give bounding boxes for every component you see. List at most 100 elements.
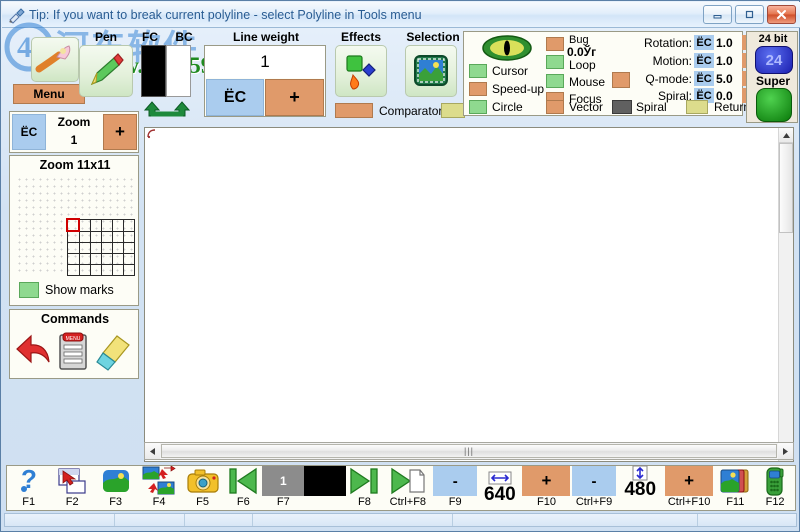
- comparator-secondary-toggle[interactable]: [441, 103, 465, 118]
- maximize-button[interactable]: [735, 5, 764, 24]
- spiral-toggle-label: Spiral: [636, 100, 667, 114]
- pen-button[interactable]: [79, 45, 133, 97]
- foreground-color-swatch[interactable]: [141, 45, 166, 97]
- eye-icon[interactable]: [482, 35, 532, 66]
- line-weight-value: 1: [205, 46, 325, 78]
- fc-label: FC: [142, 30, 158, 44]
- effects-button[interactable]: [335, 45, 387, 97]
- canvas-horizontal-scroll-thumb[interactable]: |||: [161, 444, 777, 458]
- phone-icon: [763, 466, 787, 496]
- pen-label: Pen: [94, 30, 117, 44]
- qmode-minus-button[interactable]: ЁС: [694, 71, 714, 86]
- canvas-horizontal-scrollbar[interactable]: |||: [144, 442, 794, 460]
- toggle-mouse[interactable]: [546, 74, 564, 88]
- line-weight-minus-button[interactable]: ЁС: [206, 79, 264, 116]
- effects-icon: [346, 55, 376, 90]
- background-color-swatch[interactable]: [166, 45, 191, 97]
- scroll-left-arrow-icon[interactable]: [145, 443, 160, 459]
- rotation-minus-button[interactable]: ЁС: [694, 35, 714, 50]
- frame-number-icon: 1: [262, 466, 305, 496]
- fkey-ctrl-f10-button[interactable]: + Ctrl+F10: [663, 466, 716, 510]
- toggle-vector[interactable]: [546, 100, 564, 114]
- menu-icon-button[interactable]: [31, 37, 79, 82]
- toggle-speed-up[interactable]: [469, 82, 487, 96]
- canvas-origin-cursor: [147, 129, 156, 139]
- fkey-ctrl-f9-button[interactable]: - Ctrl+F9: [570, 466, 617, 510]
- selection-button[interactable]: [405, 45, 457, 97]
- fkey-ctrl-f9-label: Ctrl+F9: [575, 496, 613, 508]
- spiral-toggle[interactable]: [612, 100, 632, 114]
- status-cell-6: [698, 514, 796, 526]
- width-plus-label: +: [522, 466, 571, 496]
- rotation-value: 1.0: [716, 36, 733, 50]
- black-frame-button[interactable]: [304, 466, 347, 510]
- minimize-button[interactable]: [703, 5, 732, 24]
- open-file-icon: [57, 466, 87, 496]
- toggle-loop[interactable]: [546, 55, 564, 69]
- fkey-f5-button[interactable]: F5: [181, 466, 224, 510]
- fkey-f6-button[interactable]: F6: [224, 466, 262, 510]
- height-minus-icon: -: [572, 466, 617, 496]
- width-minus-label: -: [433, 466, 478, 496]
- menu-list-icon[interactable]: MENU: [55, 330, 91, 377]
- fkey-f11-button[interactable]: F11: [715, 466, 755, 510]
- swap-colors-button[interactable]: [141, 100, 193, 120]
- zoom-plus-button[interactable]: +: [103, 114, 137, 150]
- fkey-f1-button[interactable]: ? F1: [7, 466, 50, 510]
- bit-depth-badge[interactable]: 24: [755, 46, 793, 74]
- fkey-f10-button[interactable]: + F10: [522, 466, 571, 510]
- fkey-f9-button[interactable]: - F9: [433, 466, 478, 510]
- bit-depth-label: 24 bit: [758, 33, 788, 45]
- line-weight-panel: 1 ЁС +: [204, 45, 326, 117]
- scroll-right-arrow-icon[interactable]: [778, 443, 793, 459]
- fkey-ctrl-f8-button[interactable]: Ctrl+F8: [383, 466, 434, 510]
- zoom-value: 1: [70, 133, 78, 147]
- eraser-icon[interactable]: [95, 332, 135, 377]
- status-cell-5: [453, 514, 698, 526]
- undo-arrow-icon[interactable]: [15, 330, 53, 377]
- drawing-canvas[interactable]: [144, 127, 794, 462]
- status-cell-3: [185, 514, 253, 526]
- close-button[interactable]: [767, 5, 796, 24]
- fkey-ctrl-f10-label: Ctrl+F10: [667, 496, 711, 508]
- super-label: Super: [755, 74, 790, 88]
- line-weight-plus-button[interactable]: +: [265, 79, 324, 116]
- canvas-vertical-scroll-thumb[interactable]: [779, 143, 793, 233]
- menu-button[interactable]: Menu: [13, 84, 85, 104]
- comparator-toggle[interactable]: [335, 103, 373, 118]
- fkey-f3-button[interactable]: F3: [94, 466, 137, 510]
- motion-value: 1.0: [716, 54, 733, 68]
- zoom-minus-button[interactable]: ЁС: [12, 114, 46, 150]
- toggle-cursor-label: Cursor: [492, 64, 529, 78]
- super-button[interactable]: [756, 88, 792, 122]
- selection-icon: [414, 55, 448, 86]
- canvas-vertical-scrollbar[interactable]: [778, 128, 793, 461]
- paintbrush-icon: [35, 44, 71, 72]
- motion-minus-button[interactable]: ЁС: [694, 53, 714, 68]
- qmode-label: Q-mode:: [645, 72, 692, 86]
- canvas-height-indicator: 480: [618, 465, 663, 510]
- fkey-f12-button[interactable]: F12: [755, 466, 795, 510]
- color-depth-panel: 24 bit 24 Super: [746, 31, 798, 123]
- return-toggle[interactable]: [686, 100, 708, 114]
- fkey-f2-button[interactable]: F2: [50, 466, 93, 510]
- menu-button-label: Menu: [33, 87, 65, 101]
- commands-panel: Commands MENU: [9, 309, 139, 379]
- fkey-f7-button[interactable]: 1 F7: [262, 466, 305, 510]
- fkey-f12-label: F12: [765, 496, 785, 508]
- fkey-f4-button[interactable]: F4: [137, 466, 180, 510]
- status-cell-1: [5, 514, 115, 526]
- scroll-up-arrow-icon[interactable]: [779, 128, 793, 143]
- zoom-preview-grid[interactable]: [66, 218, 135, 276]
- toggle-bug[interactable]: [546, 37, 564, 51]
- height-arrows-icon: [632, 465, 648, 481]
- toggle-cursor[interactable]: [469, 64, 487, 78]
- canvas-height-value: 480: [624, 479, 657, 500]
- width-plus-icon: +: [522, 466, 571, 496]
- fkey-f8-button[interactable]: F8: [346, 466, 382, 510]
- toggle-circle[interactable]: [469, 100, 487, 114]
- fkey-f1-label: F1: [22, 496, 36, 508]
- top-toolbar: Menu Pen FC BC Line weight 1 ЁС + Effect…: [1, 28, 800, 123]
- rotation-label: Rotation:: [643, 36, 692, 50]
- show-marks-toggle[interactable]: [19, 282, 39, 298]
